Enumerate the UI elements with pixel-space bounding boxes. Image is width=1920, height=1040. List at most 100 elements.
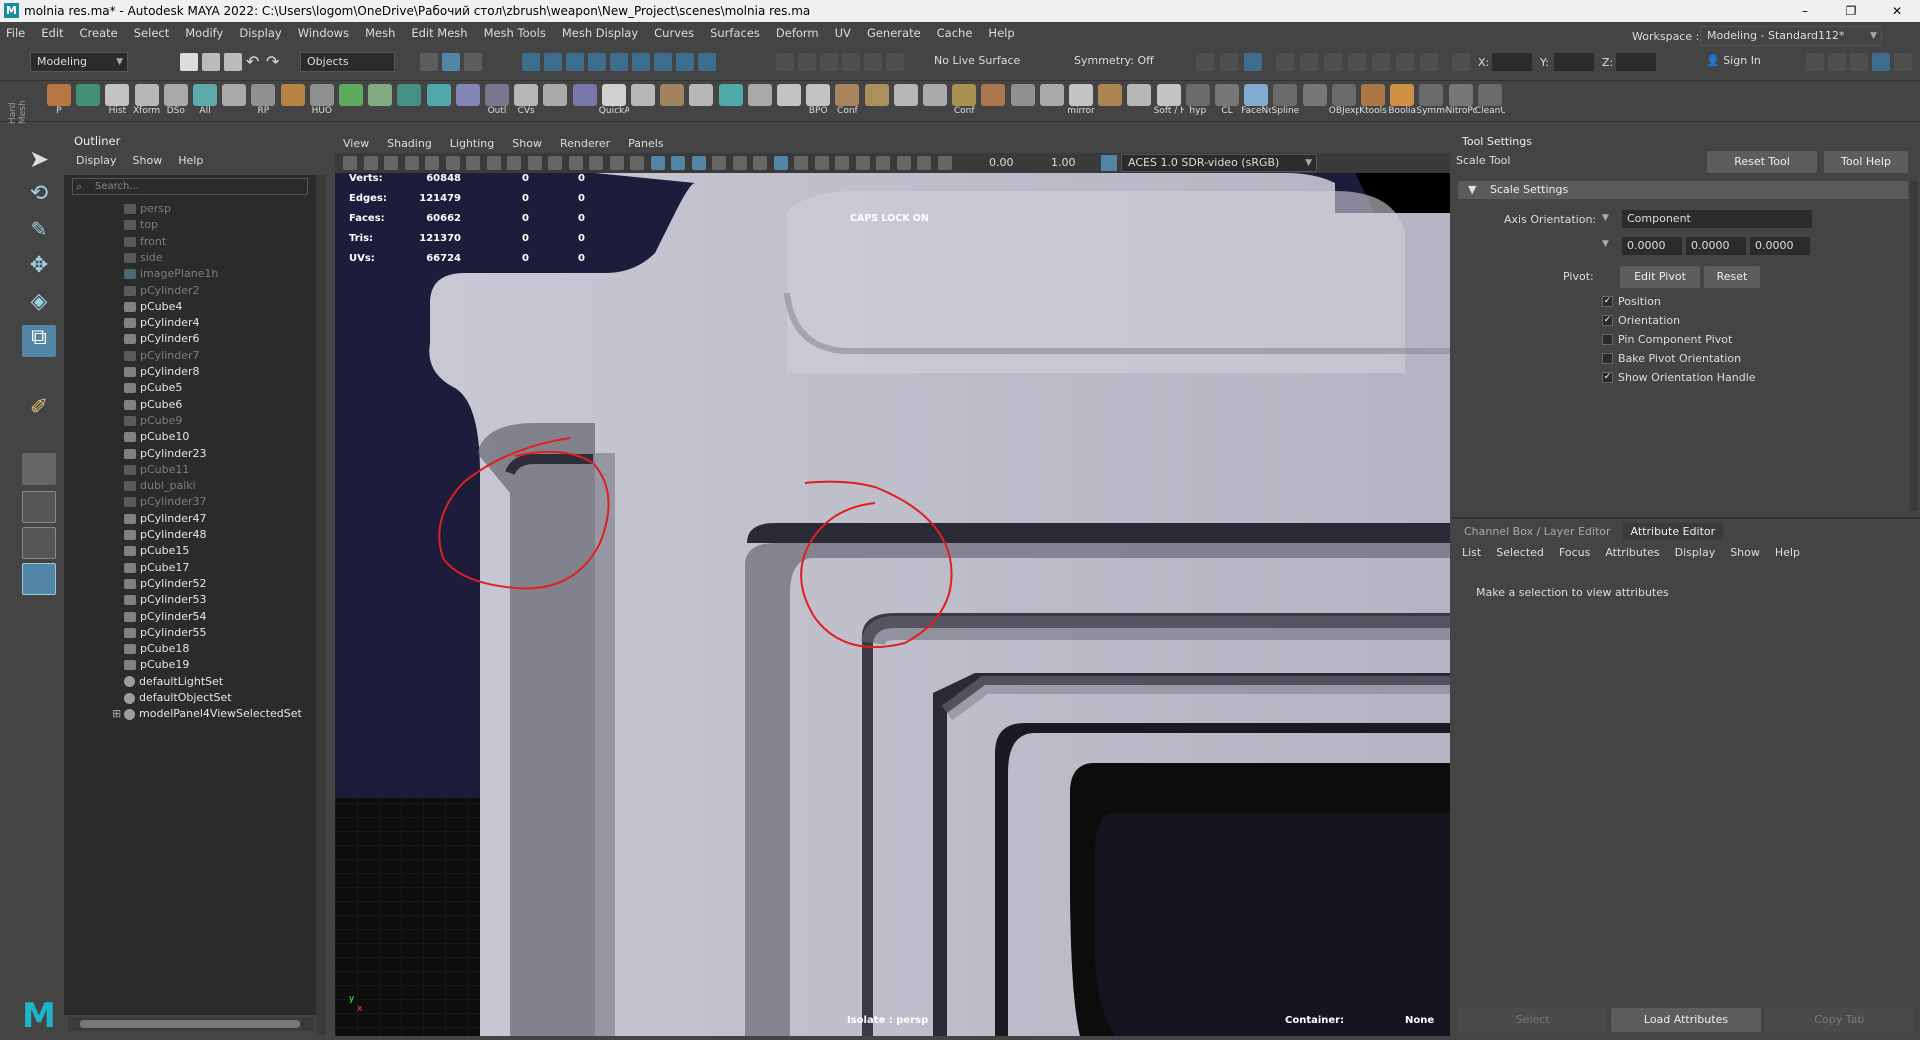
viewport-tool-icon[interactable]: [445, 156, 460, 170]
menu-edit[interactable]: Edit: [41, 26, 63, 40]
ae-menu-display[interactable]: Display: [1675, 546, 1716, 559]
gamma-field[interactable]: 1.00: [1051, 156, 1076, 169]
shelf-button-faceno[interactable]: FaceNo: [1241, 84, 1271, 120]
toggle-channel-icon[interactable]: [1806, 53, 1824, 71]
redo-icon[interactable]: ↷: [266, 53, 284, 71]
viewport-tool-icon[interactable]: [650, 156, 665, 170]
outliner-item[interactable]: front: [124, 234, 166, 250]
viewport-tool-icon[interactable]: [404, 156, 419, 170]
shelf-button-tool-37[interactable]: [1124, 84, 1154, 120]
viewport-tool-icon[interactable]: [794, 156, 808, 170]
toggle-modeling-icon[interactable]: [1894, 53, 1912, 71]
menu-mesh-tools[interactable]: Mesh Tools: [484, 26, 546, 40]
outliner-horizontal-scrollbar[interactable]: [68, 1017, 314, 1031]
outliner-scrollbar[interactable]: [316, 175, 326, 1035]
select-button[interactable]: Select: [1458, 1008, 1608, 1032]
menu-mesh[interactable]: Mesh: [365, 26, 395, 40]
viewport-tool-icon[interactable]: [548, 156, 562, 170]
single-view-layout-icon[interactable]: [22, 453, 56, 485]
shelf-button-dso[interactable]: DSo: [161, 84, 191, 120]
menu-file[interactable]: File: [6, 26, 25, 40]
outliner-item[interactable]: pCylinder7: [124, 348, 200, 364]
viewport-tool-icon[interactable]: [343, 156, 357, 170]
viewport-tool-icon[interactable]: [732, 156, 747, 170]
x-field[interactable]: [1492, 53, 1532, 71]
snap-lock-icon[interactable]: [654, 53, 672, 71]
viewport-tool-icon[interactable]: [609, 156, 624, 170]
outliner-item[interactable]: defaultObjectSet: [124, 690, 232, 706]
shelf-button-tool-34[interactable]: [1037, 84, 1067, 120]
scale-settings-section[interactable]: ▼ Scale Settings: [1458, 181, 1908, 199]
shelf-button-spline[interactable]: Spline: [1270, 84, 1300, 120]
shelf-button-cl[interactable]: CL: [1212, 84, 1242, 120]
snap-curve-icon[interactable]: [544, 53, 562, 71]
tool-settings-icon[interactable]: [1324, 53, 1342, 71]
select-component-icon[interactable]: [464, 53, 482, 71]
shelf-button-mirror[interactable]: mirror: [1066, 84, 1096, 120]
camera-sequencer-icon[interactable]: [886, 53, 904, 71]
snap-pivot-icon[interactable]: [698, 53, 716, 71]
outliner-item[interactable]: pCube10: [124, 429, 189, 445]
shelf-button-conf[interactable]: Conf: [832, 84, 862, 120]
viewport-tool-icon[interactable]: [937, 156, 952, 170]
tool-settings-scrollbar[interactable]: [1910, 181, 1918, 511]
ipr-render-icon[interactable]: [798, 53, 816, 71]
tab-channel-box-layer-editor[interactable]: Channel Box / Layer Editor: [1456, 523, 1619, 540]
selection-mode-dropdown[interactable]: Objects: [300, 52, 395, 72]
viewport-menu-panels[interactable]: Panels: [628, 137, 663, 150]
outliner-item[interactable]: pCube5: [124, 380, 182, 396]
scrollbar-thumb[interactable]: [80, 1020, 300, 1028]
toggle-attribute-icon[interactable]: [1828, 53, 1846, 71]
shelf-button-conf[interactable]: Conf: [949, 84, 979, 120]
play-icon[interactable]: [1396, 53, 1414, 71]
viewport-tool-icon[interactable]: [896, 156, 911, 170]
menu-display[interactable]: Display: [239, 26, 281, 40]
snap-point-icon[interactable]: [566, 53, 584, 71]
outliner-item[interactable]: imagePlane1h: [124, 266, 218, 282]
load-attributes-button[interactable]: Load Attributes: [1611, 1008, 1761, 1032]
shelf-button-outl[interactable]: Outl: [482, 84, 512, 120]
render-settings-icon[interactable]: [820, 53, 838, 71]
render-icon[interactable]: [776, 53, 794, 71]
colorspace-icon[interactable]: [1101, 155, 1117, 171]
axis-value-z-field[interactable]: 0.0000: [1750, 237, 1810, 255]
object-details-icon[interactable]: [1196, 53, 1214, 71]
transform-icon[interactable]: [1452, 53, 1470, 71]
outliner-item[interactable]: pCylinder23: [124, 446, 207, 462]
outliner-item[interactable]: pCylinder53: [124, 592, 207, 608]
viewport-tool-icon[interactable]: [630, 156, 644, 170]
sidebar-toggle-icon[interactable]: [1244, 53, 1262, 71]
rendering-icon[interactable]: [1220, 53, 1238, 71]
outliner-item[interactable]: top: [124, 217, 158, 233]
reset-tool-button[interactable]: Reset Tool: [1707, 151, 1817, 173]
viewport-tool-icon[interactable]: [527, 156, 542, 170]
shelf-button-tool-18[interactable]: [570, 84, 600, 120]
restore-button[interactable]: ❐: [1828, 0, 1874, 22]
outliner-item[interactable]: defaultLightSet: [124, 674, 223, 690]
lasso-tool-icon[interactable]: ⟲: [22, 181, 56, 213]
ae-menu-help[interactable]: Help: [1775, 546, 1800, 559]
viewport-tool-icon[interactable]: [671, 156, 685, 170]
outliner-persp-layout-icon[interactable]: [22, 563, 56, 595]
snap-help-icon[interactable]: [676, 53, 694, 71]
ae-menu-list[interactable]: List: [1462, 546, 1481, 559]
new-scene-icon[interactable]: [180, 53, 198, 71]
viewport-menu-show[interactable]: Show: [512, 137, 542, 150]
expand-icon[interactable]: ⊞: [112, 706, 121, 722]
select-hierarchy-icon[interactable]: [420, 53, 438, 71]
select-tool-icon[interactable]: ➤: [22, 145, 56, 177]
viewport-panel[interactable]: View Shading Lighting Show Renderer Panels 0.…: [335, 133, 1450, 1036]
shelf-button-tool-29[interactable]: [891, 84, 921, 120]
viewport-tool-icon[interactable]: [691, 156, 706, 170]
paint-select-tool-icon[interactable]: ✎: [22, 217, 56, 249]
show-manipulator-icon[interactable]: ✐: [22, 395, 56, 427]
shelf-button-tool-17[interactable]: [540, 84, 570, 120]
shelf-button-tool-33[interactable]: [1008, 84, 1038, 120]
live-surface-field[interactable]: No Live Surface: [928, 52, 1040, 72]
copy-tab-button[interactable]: Copy Tab: [1764, 1008, 1914, 1032]
outliner-item[interactable]: pCube18: [124, 641, 189, 657]
axis-value-x-field[interactable]: 0.0000: [1622, 237, 1682, 255]
viewport-menu-lighting[interactable]: Lighting: [450, 137, 494, 150]
outliner-item[interactable]: pCylinder37: [124, 494, 207, 510]
shelf-button-tool-13[interactable]: [424, 84, 454, 120]
